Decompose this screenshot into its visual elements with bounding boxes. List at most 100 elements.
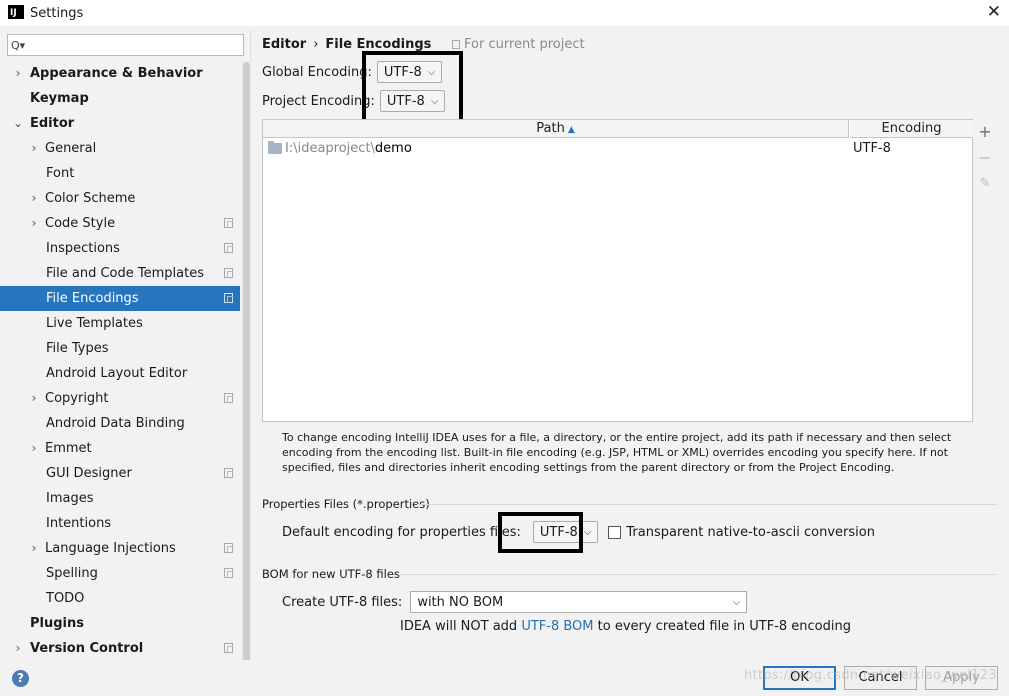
sidebar-item-label: Spelling bbox=[46, 566, 98, 581]
sidebar-item-label: Live Templates bbox=[46, 316, 143, 331]
path-column-header[interactable]: Path ▲ bbox=[263, 120, 849, 138]
sidebar-item-label: Intentions bbox=[46, 516, 112, 531]
sidebar-item-label: General bbox=[45, 141, 97, 156]
breadcrumb-separator: › bbox=[313, 37, 319, 52]
sidebar-item-todo[interactable]: TODO bbox=[0, 586, 240, 611]
scope-label: For current project bbox=[464, 37, 585, 52]
chevron-right-icon[interactable]: › bbox=[28, 436, 40, 461]
sidebar-item-label: TODO bbox=[46, 591, 85, 606]
project-settings-icon bbox=[224, 268, 233, 278]
project-settings-icon bbox=[224, 393, 233, 403]
project-settings-icon bbox=[224, 243, 233, 253]
transparent-ascii-label[interactable]: Transparent native-to-ascii conversion bbox=[626, 525, 875, 540]
project-settings-icon bbox=[224, 468, 233, 478]
sidebar-item-spelling[interactable]: Spelling bbox=[0, 561, 240, 586]
bom-note-suffix: to every created file in UTF-8 encoding bbox=[593, 619, 851, 634]
chevron-right-icon[interactable]: › bbox=[28, 386, 40, 411]
sort-ascending-icon: ▲ bbox=[567, 125, 575, 135]
properties-encoding-label: Default encoding for properties files: bbox=[282, 524, 521, 540]
sidebar-item-file-types[interactable]: File Types bbox=[0, 336, 240, 361]
sidebar-item-inspections[interactable]: Inspections bbox=[0, 236, 240, 261]
sidebar-item-copyright[interactable]: › Copyright bbox=[0, 386, 240, 411]
sidebar-item-keymap[interactable]: Keymap bbox=[0, 86, 240, 111]
bom-note-prefix: IDEA will NOT add bbox=[400, 619, 522, 634]
sidebar-item-android-data-binding[interactable]: Android Data Binding bbox=[0, 411, 240, 436]
sidebar-item-label: Android Data Binding bbox=[46, 416, 185, 431]
sidebar-item-live-templates[interactable]: Live Templates bbox=[0, 311, 240, 336]
table-row[interactable]: I:\ideaproject\demo UTF-8 bbox=[263, 138, 972, 160]
sidebar-item-file-encodings[interactable]: File Encodings bbox=[0, 286, 240, 311]
sidebar-item-label: Code Style bbox=[45, 216, 116, 231]
edit-icon[interactable]: ✎ bbox=[977, 176, 993, 192]
sidebar-item-code-style[interactable]: › Code Style bbox=[0, 211, 240, 236]
breadcrumb-editor[interactable]: Editor bbox=[262, 37, 306, 52]
sidebar-item-label: Keymap bbox=[30, 91, 89, 106]
chevron-down-icon: ⌵ bbox=[732, 596, 741, 608]
search-input[interactable]: Q▾ bbox=[7, 34, 244, 56]
chevron-right-icon[interactable]: › bbox=[28, 136, 40, 161]
sidebar-item-label: File Encodings bbox=[46, 291, 139, 306]
sidebar-item-android-layout-editor[interactable]: Android Layout Editor bbox=[0, 361, 240, 386]
search-icon: Q▾ bbox=[11, 38, 26, 52]
project-scope-icon bbox=[452, 40, 460, 49]
properties-section-title: Properties Files (*.properties) bbox=[262, 497, 430, 511]
sidebar-item-label: Android Layout Editor bbox=[46, 366, 188, 381]
scope-hint: For current project bbox=[452, 37, 585, 52]
sidebar-item-label: Copyright bbox=[45, 391, 109, 406]
sidebar-item-editor[interactable]: ⌄ Editor bbox=[0, 111, 240, 136]
path-name: demo bbox=[374, 141, 412, 156]
project-settings-icon bbox=[224, 568, 233, 578]
chevron-right-icon[interactable]: › bbox=[28, 186, 40, 211]
watermark: https://blog.csdn.net/weixiao_wei123 bbox=[744, 668, 997, 683]
sidebar-item-label: Inspections bbox=[46, 241, 120, 256]
sidebar-item-label: Images bbox=[46, 491, 94, 506]
path-encoding-table[interactable]: Path ▲ Encoding I:\ideaproject\demo UTF-8 bbox=[262, 119, 973, 422]
folder-icon bbox=[268, 141, 282, 154]
chevron-down-icon[interactable]: ⌄ bbox=[12, 111, 24, 136]
breadcrumb-file-encodings: File Encodings bbox=[325, 37, 432, 52]
sidebar-item-file-and-code-templates[interactable]: File and Code Templates bbox=[0, 261, 240, 286]
sidebar-item-label: GUI Designer bbox=[46, 466, 132, 481]
bom-row: Create UTF-8 files: with NO BOM ⌵ bbox=[282, 590, 748, 614]
bom-section-title: BOM for new UTF-8 files bbox=[262, 567, 400, 581]
bom-value: with NO BOM bbox=[417, 594, 504, 610]
encoding-cell[interactable]: UTF-8 bbox=[853, 138, 891, 160]
sidebar-item-emmet[interactable]: › Emmet bbox=[0, 436, 240, 461]
bom-select[interactable]: with NO BOM ⌵ bbox=[410, 591, 748, 613]
sidebar-scrollbar[interactable] bbox=[243, 62, 250, 665]
close-icon[interactable]: ✕ bbox=[987, 3, 1001, 21]
help-icon[interactable]: ? bbox=[12, 670, 29, 687]
encoding-column-header[interactable]: Encoding bbox=[850, 120, 973, 138]
sidebar-item-color-scheme[interactable]: › Color Scheme bbox=[0, 186, 240, 211]
add-icon[interactable]: + bbox=[977, 124, 993, 140]
sidebar-item-language-injections[interactable]: › Language Injections bbox=[0, 536, 240, 561]
intellij-app-icon: IJ bbox=[8, 5, 24, 21]
chevron-right-icon[interactable]: › bbox=[12, 61, 24, 86]
sidebar-item-images[interactable]: Images bbox=[0, 486, 240, 511]
chevron-right-icon[interactable]: › bbox=[12, 636, 24, 661]
chevron-right-icon[interactable]: › bbox=[28, 211, 40, 236]
sidebar-item-general[interactable]: › General bbox=[0, 136, 240, 161]
title-bar: IJ Settings ✕ bbox=[0, 0, 1009, 26]
global-encoding-label: Global Encoding: bbox=[262, 64, 372, 80]
utf8-bom-link[interactable]: UTF-8 BOM bbox=[521, 619, 593, 634]
sidebar-item-plugins[interactable]: Plugins bbox=[0, 611, 240, 636]
sidebar-item-font[interactable]: Font bbox=[0, 161, 240, 186]
chevron-right-icon[interactable]: › bbox=[28, 536, 40, 561]
sidebar-item-appearance-behavior[interactable]: › Appearance & Behavior bbox=[0, 61, 240, 86]
remove-icon[interactable]: − bbox=[977, 150, 993, 166]
project-settings-icon bbox=[224, 218, 233, 228]
sidebar-item-label: Language Injections bbox=[45, 541, 176, 556]
project-settings-icon bbox=[224, 643, 233, 653]
sidebar-item-version-control[interactable]: › Version Control bbox=[0, 636, 240, 661]
sidebar-item-label: File and Code Templates bbox=[46, 266, 204, 281]
path-prefix: I:\ideaproject\ bbox=[285, 141, 375, 156]
file-encodings-panel: Editor › File Encodings For current projec… bbox=[252, 30, 1009, 666]
window-title: Settings bbox=[30, 5, 84, 21]
sidebar-item-gui-designer[interactable]: GUI Designer bbox=[0, 461, 240, 486]
encoding-help-text: To change encoding IntelliJ IDEA uses fo… bbox=[282, 431, 952, 474]
sidebar-item-label: File Types bbox=[46, 341, 109, 356]
sidebar-item-intentions[interactable]: Intentions bbox=[0, 511, 240, 536]
project-settings-icon bbox=[224, 543, 233, 553]
transparent-ascii-checkbox[interactable] bbox=[608, 525, 622, 539]
